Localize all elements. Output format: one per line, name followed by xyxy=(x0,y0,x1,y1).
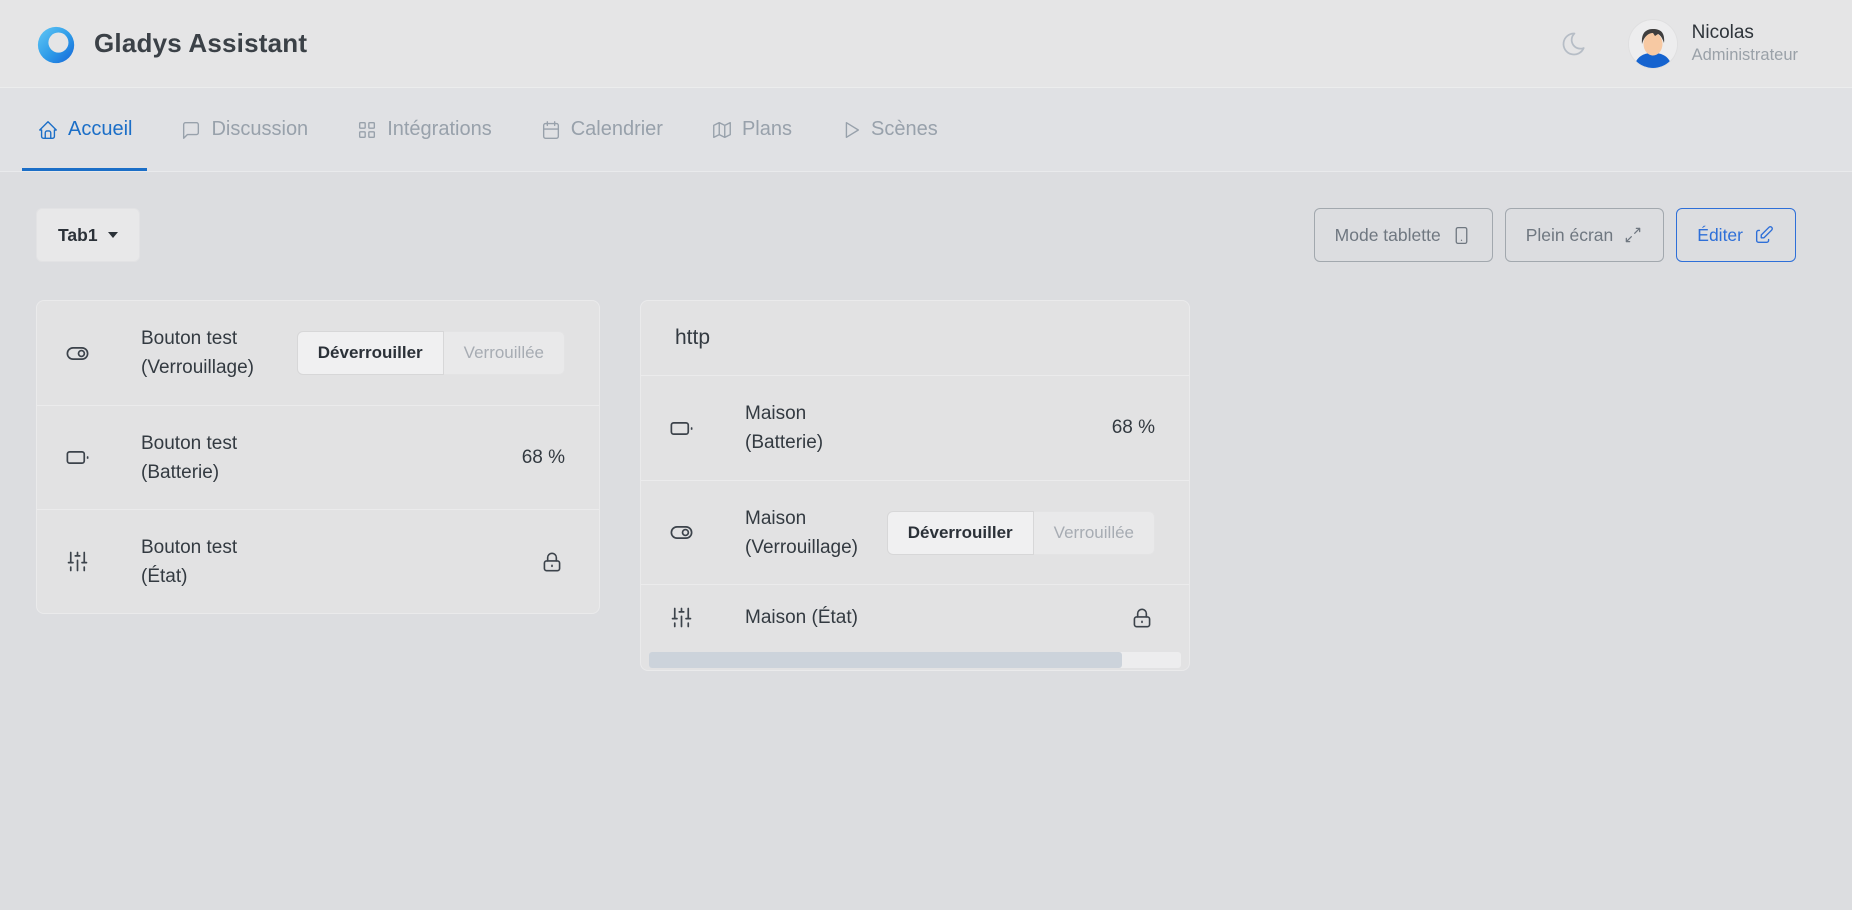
battery-value: 68 % xyxy=(1112,417,1155,439)
avatar[interactable] xyxy=(1628,19,1678,69)
device-label: Maison (Verrouillage) xyxy=(745,504,858,562)
nav-tab-integrations[interactable]: Intégrations xyxy=(341,88,507,171)
moon-icon xyxy=(1560,30,1588,58)
nav-tab-label: Calendrier xyxy=(571,118,663,141)
gladys-logo-icon xyxy=(36,23,78,65)
scrollbar-thumb[interactable] xyxy=(649,652,1122,668)
nav-tab-label: Discussion xyxy=(211,118,308,141)
nav-tab-label: Scènes xyxy=(871,118,938,141)
unlock-button[interactable]: Déverrouiller xyxy=(297,331,444,375)
nav-tab-discussion[interactable]: Discussion xyxy=(165,88,323,171)
tab-selector-label: Tab1 xyxy=(58,225,98,246)
user-role: Administrateur xyxy=(1692,45,1798,66)
device-card-http: http Maison (Batterie) 68 % Maison (Verr… xyxy=(640,300,1190,671)
calendar-icon xyxy=(540,119,562,141)
dashboard-toolbar: Tab1 Mode tablette Plein écran Éditer xyxy=(36,208,1796,262)
device-label: Bouton test (Verrouillage) xyxy=(141,324,254,382)
device-row-verrouillage: Bouton test (Verrouillage) Déverrouiller… xyxy=(37,301,599,405)
lock-segmented-control: Déverrouiller Verrouillée xyxy=(297,331,565,375)
device-card-bouton-test: Bouton test (Verrouillage) Déverrouiller… xyxy=(36,300,600,614)
nav-tab-label: Accueil xyxy=(68,118,132,141)
device-row-maison-verrouillage: Maison (Verrouillage) Déverrouiller Verr… xyxy=(641,480,1189,584)
tablet-mode-button[interactable]: Mode tablette xyxy=(1314,208,1493,262)
edit-button[interactable]: Éditer xyxy=(1676,208,1796,262)
avatar-image xyxy=(1629,20,1677,68)
device-row-maison-etat: Maison (État) xyxy=(641,584,1189,650)
card-title: http xyxy=(641,301,1189,376)
nav-tab-label: Intégrations xyxy=(387,118,492,141)
battery-icon xyxy=(667,415,695,442)
device-row-etat: Bouton test (État) xyxy=(37,509,599,613)
locked-button[interactable]: Verrouillée xyxy=(444,331,565,375)
battery-icon xyxy=(63,444,91,471)
toggle-icon xyxy=(63,340,91,367)
battery-value: 68 % xyxy=(522,447,565,469)
tablet-mode-label: Mode tablette xyxy=(1335,225,1441,246)
map-icon xyxy=(711,119,733,141)
home-icon xyxy=(37,119,59,141)
nav-tab-scenes[interactable]: Scènes xyxy=(825,88,953,171)
horizontal-scrollbar[interactable] xyxy=(649,652,1181,668)
lock-segmented-control: Déverrouiller Verrouillée xyxy=(887,511,1155,555)
tablet-icon xyxy=(1451,225,1472,246)
nav-tab-calendrier[interactable]: Calendrier xyxy=(525,88,678,171)
nav-tab-label: Plans xyxy=(742,118,792,141)
locked-button[interactable]: Verrouillée xyxy=(1034,511,1155,555)
lock-icon xyxy=(539,549,565,575)
arrows-diagonal-icon xyxy=(1623,225,1643,245)
toggle-icon xyxy=(667,519,695,546)
device-label: Bouton test (État) xyxy=(141,533,237,591)
edit-label: Éditer xyxy=(1697,225,1743,246)
dashboard: Bouton test (Verrouillage) Déverrouiller… xyxy=(36,300,1816,671)
app-title: Gladys Assistant xyxy=(94,28,307,59)
unlock-button[interactable]: Déverrouiller xyxy=(887,511,1034,555)
edit-icon xyxy=(1753,224,1775,246)
app-header: Gladys Assistant Nicolas Administrateur xyxy=(0,0,1852,88)
toolbar-right-group: Mode tablette Plein écran Éditer xyxy=(1314,208,1796,262)
nav-tab-plans[interactable]: Plans xyxy=(696,88,807,171)
sliders-icon xyxy=(63,548,91,575)
grid-icon xyxy=(356,119,378,141)
nav-tab-accueil[interactable]: Accueil xyxy=(22,88,147,171)
dark-mode-toggle[interactable] xyxy=(1560,30,1588,58)
main-nav: Accueil Discussion Intégrations Calendri… xyxy=(0,88,1852,172)
user-block[interactable]: Nicolas Administrateur xyxy=(1692,21,1798,65)
sliders-icon xyxy=(667,604,695,631)
message-icon xyxy=(180,119,202,141)
chevron-down-icon xyxy=(108,232,118,238)
lock-icon xyxy=(1129,605,1155,631)
user-name: Nicolas xyxy=(1692,21,1798,45)
device-label: Maison (Batterie) xyxy=(745,399,823,457)
play-icon xyxy=(840,119,862,141)
fullscreen-button[interactable]: Plein écran xyxy=(1505,208,1665,262)
fullscreen-label: Plein écran xyxy=(1526,225,1614,246)
device-row-batterie: Bouton test (Batterie) 68 % xyxy=(37,405,599,509)
device-label: Bouton test (Batterie) xyxy=(141,429,237,487)
device-label: Maison (État) xyxy=(745,603,858,632)
tab-selector-dropdown[interactable]: Tab1 xyxy=(36,208,140,262)
device-row-maison-batterie: Maison (Batterie) 68 % xyxy=(641,376,1189,480)
